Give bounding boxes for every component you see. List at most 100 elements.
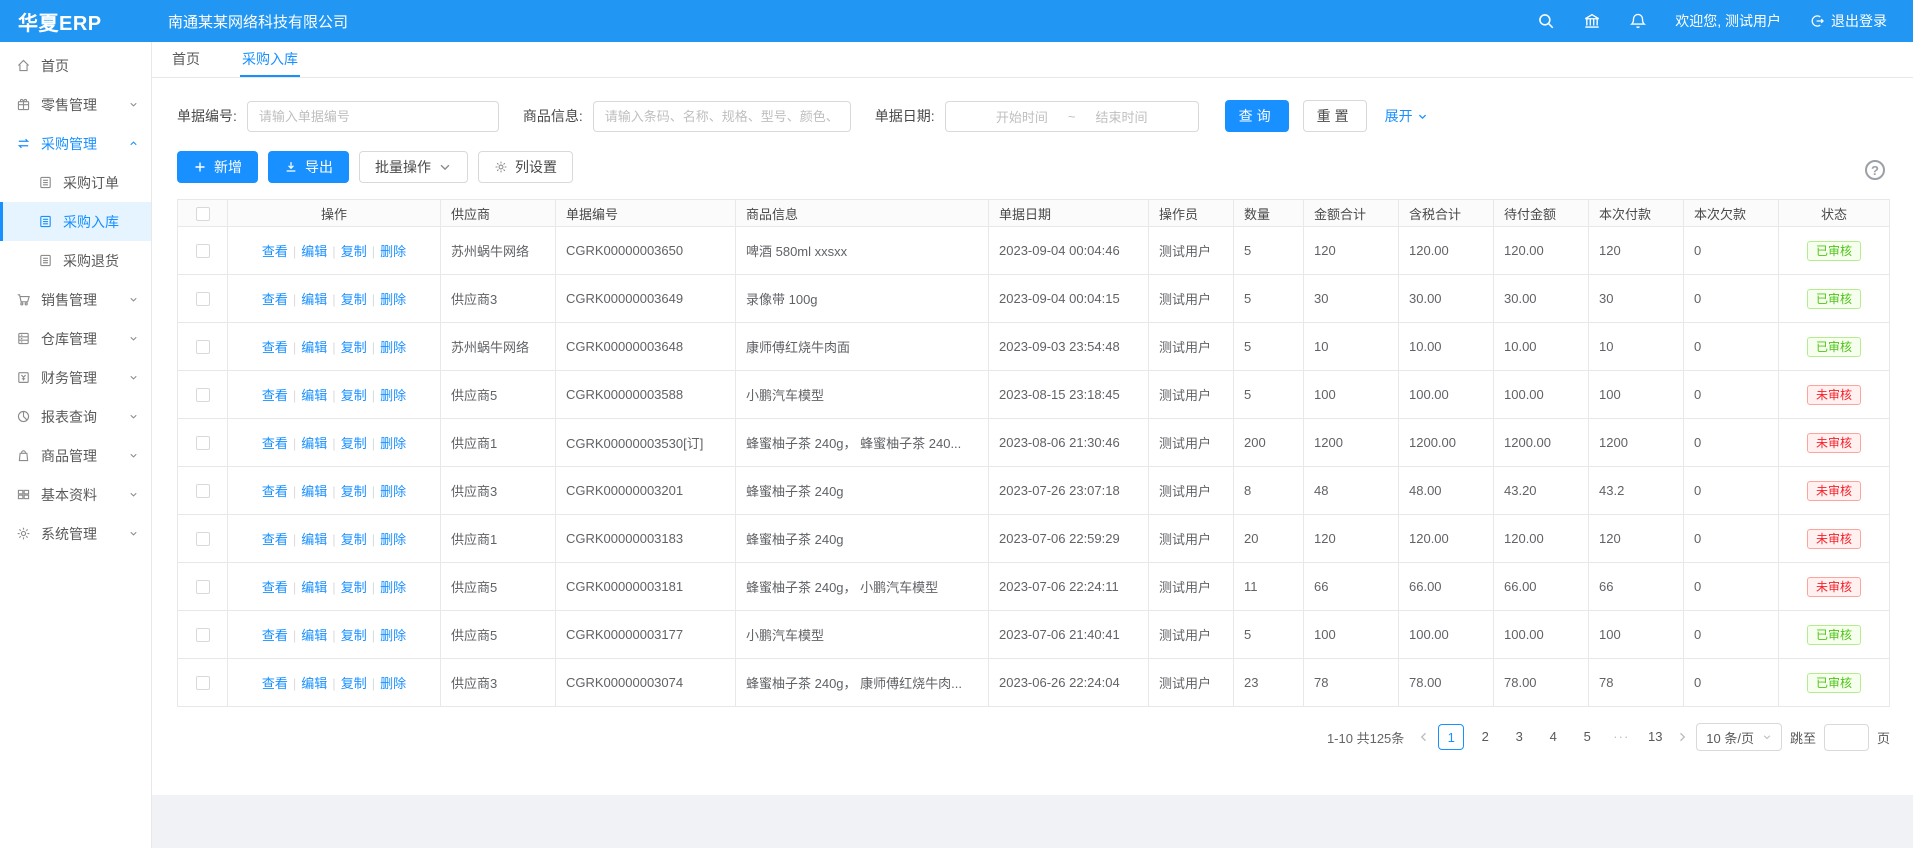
page-number-current[interactable]: 1 xyxy=(1438,724,1464,750)
sidebar-item-system[interactable]: 系统管理 xyxy=(0,514,151,553)
edit-link[interactable]: 编辑 xyxy=(301,628,327,643)
row-checkbox[interactable] xyxy=(196,676,210,690)
bell-icon[interactable] xyxy=(1629,12,1647,30)
row-checkbox[interactable] xyxy=(196,340,210,354)
copy-link[interactable]: 复制 xyxy=(341,580,367,595)
delete-link[interactable]: 删除 xyxy=(380,340,406,355)
view-link[interactable]: 查看 xyxy=(262,340,288,355)
sidebar-item-warehouse[interactable]: 仓库管理 xyxy=(0,319,151,358)
sidebar-item-purchase-return[interactable]: 采购退货 xyxy=(0,241,151,280)
sidebar-item-purchase[interactable]: 采购管理 xyxy=(0,124,151,163)
batch-operation-button[interactable]: 批量操作 xyxy=(359,151,468,183)
cell-goods: 蜂蜜柚子茶 240g， 小鹏汽车模型 xyxy=(736,563,989,611)
view-link[interactable]: 查看 xyxy=(262,484,288,499)
page-number[interactable]: 2 xyxy=(1472,724,1498,750)
page-number[interactable]: 4 xyxy=(1540,724,1566,750)
edit-link[interactable]: 编辑 xyxy=(301,484,327,499)
delete-link[interactable]: 删除 xyxy=(380,388,406,403)
view-link[interactable]: 查看 xyxy=(262,292,288,307)
row-checkbox[interactable] xyxy=(196,532,210,546)
delete-link[interactable]: 删除 xyxy=(380,628,406,643)
column-settings-button[interactable]: 列设置 xyxy=(478,151,573,183)
view-link[interactable]: 查看 xyxy=(262,628,288,643)
edit-link[interactable]: 编辑 xyxy=(301,580,327,595)
export-button[interactable]: 导出 xyxy=(268,151,349,183)
edit-link[interactable]: 编辑 xyxy=(301,676,327,691)
search-icon[interactable] xyxy=(1537,12,1555,30)
copy-link[interactable]: 复制 xyxy=(341,532,367,547)
view-link[interactable]: 查看 xyxy=(262,676,288,691)
goods-info-input[interactable] xyxy=(593,101,851,132)
select-all-checkbox[interactable] xyxy=(196,207,210,221)
bill-no-input[interactable] xyxy=(247,101,499,132)
search-button[interactable]: 查询 xyxy=(1225,100,1289,132)
sidebar-item-purchase-order[interactable]: 采购订单 xyxy=(0,163,151,202)
sidebar-item-purchase-inbound[interactable]: 采购入库 xyxy=(0,202,151,241)
row-checkbox[interactable] xyxy=(196,244,210,258)
view-link[interactable]: 查看 xyxy=(262,580,288,595)
bank-icon[interactable] xyxy=(1583,12,1601,30)
edit-link[interactable]: 编辑 xyxy=(301,388,327,403)
delete-link[interactable]: 删除 xyxy=(380,484,406,499)
logout-button[interactable]: 退出登录 xyxy=(1809,11,1887,31)
sidebar-item-basic-data[interactable]: 基本资料 xyxy=(0,475,151,514)
delete-link[interactable]: 删除 xyxy=(380,580,406,595)
row-checkbox[interactable] xyxy=(196,580,210,594)
reset-button[interactable]: 重置 xyxy=(1303,100,1367,132)
copy-link[interactable]: 复制 xyxy=(341,628,367,643)
view-link[interactable]: 查看 xyxy=(262,532,288,547)
prev-page-icon[interactable] xyxy=(1418,731,1430,743)
add-button[interactable]: 新增 xyxy=(177,151,258,183)
next-page-icon[interactable] xyxy=(1676,731,1688,743)
copy-link[interactable]: 复制 xyxy=(341,388,367,403)
delete-link[interactable]: 删除 xyxy=(380,532,406,547)
view-link[interactable]: 查看 xyxy=(262,244,288,259)
sidebar-item-sales[interactable]: 销售管理 xyxy=(0,280,151,319)
help-icon[interactable]: ? xyxy=(1865,160,1885,180)
status-badge: 未审核 xyxy=(1807,433,1861,453)
cell-unpaid: 30.00 xyxy=(1494,275,1589,323)
date-start-placeholder[interactable]: 开始时间 xyxy=(996,107,1048,126)
expand-link[interactable]: 展开 xyxy=(1385,106,1428,126)
edit-link[interactable]: 编辑 xyxy=(301,340,327,355)
date-range-picker[interactable]: 开始时间 ~ 结束时间 xyxy=(945,101,1199,132)
sidebar-item-retail[interactable]: 零售管理 xyxy=(0,85,151,124)
logout-icon xyxy=(1809,13,1825,29)
tab-purchase-inbound[interactable]: 采购入库 xyxy=(240,42,300,77)
edit-link[interactable]: 编辑 xyxy=(301,244,327,259)
sidebar-item-finance[interactable]: 财务管理 xyxy=(0,358,151,397)
date-end-placeholder[interactable]: 结束时间 xyxy=(1095,107,1147,126)
delete-link[interactable]: 删除 xyxy=(380,676,406,691)
page-number[interactable]: 3 xyxy=(1506,724,1532,750)
page-number-last[interactable]: 13 xyxy=(1642,724,1668,750)
sidebar-item-reports[interactable]: 报表查询 xyxy=(0,397,151,436)
row-checkbox[interactable] xyxy=(196,388,210,402)
page-ellipsis[interactable]: ··· xyxy=(1608,724,1634,750)
copy-link[interactable]: 复制 xyxy=(341,340,367,355)
edit-link[interactable]: 编辑 xyxy=(301,532,327,547)
edit-link[interactable]: 编辑 xyxy=(301,436,327,451)
page-number[interactable]: 5 xyxy=(1574,724,1600,750)
row-checkbox[interactable] xyxy=(196,292,210,306)
copy-link[interactable]: 复制 xyxy=(341,676,367,691)
view-link[interactable]: 查看 xyxy=(262,436,288,451)
delete-link[interactable]: 删除 xyxy=(380,292,406,307)
sidebar-item-home[interactable]: 首页 xyxy=(0,46,151,85)
goods-icon xyxy=(16,448,31,463)
sidebar-item-label: 财务管理 xyxy=(41,368,97,388)
view-link[interactable]: 查看 xyxy=(262,388,288,403)
sidebar-item-goods[interactable]: 商品管理 xyxy=(0,436,151,475)
row-checkbox[interactable] xyxy=(196,628,210,642)
page-size-select[interactable]: 10 条/页 xyxy=(1696,723,1782,751)
delete-link[interactable]: 删除 xyxy=(380,244,406,259)
tab-home[interactable]: 首页 xyxy=(170,42,202,77)
row-checkbox[interactable] xyxy=(196,484,210,498)
delete-link[interactable]: 删除 xyxy=(380,436,406,451)
copy-link[interactable]: 复制 xyxy=(341,484,367,499)
copy-link[interactable]: 复制 xyxy=(341,436,367,451)
jump-page-input[interactable] xyxy=(1824,724,1869,751)
copy-link[interactable]: 复制 xyxy=(341,292,367,307)
row-checkbox[interactable] xyxy=(196,436,210,450)
edit-link[interactable]: 编辑 xyxy=(301,292,327,307)
copy-link[interactable]: 复制 xyxy=(341,244,367,259)
